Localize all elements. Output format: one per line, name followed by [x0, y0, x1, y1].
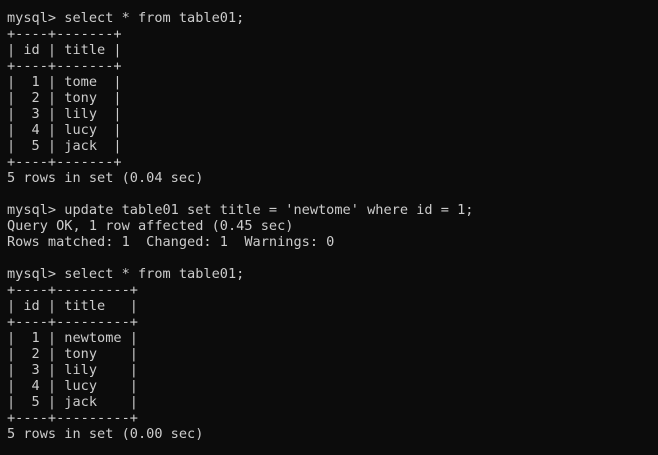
terminal-output: mysql> select * from table01; +----+-----… [7, 10, 474, 442]
terminal-line: +----+---------+ [7, 282, 138, 298]
terminal-line: | 3 | lily | [7, 106, 122, 122]
terminal-line: Query OK, 1 row affected (0.45 sec) [7, 218, 294, 234]
terminal-line: mysql> select * from table01; [7, 266, 245, 282]
terminal-line: +----+---------+ [7, 410, 138, 426]
terminal-line: Rows matched: 1 Changed: 1 Warnings: 0 [7, 234, 335, 250]
terminal-line: mysql> select * from table01; [7, 10, 245, 26]
terminal-line: mysql> update table01 set title = 'newto… [7, 202, 474, 218]
terminal-line: +----+---------+ [7, 314, 138, 330]
terminal-line: | 5 | jack | [7, 138, 122, 154]
terminal-line: | 3 | lily | [7, 362, 138, 378]
terminal-line: | 4 | lucy | [7, 122, 122, 138]
terminal-line: | 2 | tony | [7, 346, 138, 362]
terminal-line: 5 rows in set (0.00 sec) [7, 426, 204, 442]
terminal-line: | 4 | lucy | [7, 378, 138, 394]
terminal-line: | 1 | tome | [7, 74, 122, 90]
terminal-line: +----+-------+ [7, 26, 122, 42]
terminal-line: | id | title | [7, 298, 138, 314]
terminal-line: +----+-------+ [7, 58, 122, 74]
terminal-line: 5 rows in set (0.04 sec) [7, 170, 204, 186]
terminal-line: | 1 | newtome | [7, 330, 138, 346]
terminal-line: | 2 | tony | [7, 90, 122, 106]
terminal-window[interactable]: mysql> select * from table01; +----+-----… [0, 0, 658, 455]
terminal-line: +----+-------+ [7, 154, 122, 170]
terminal-line: | 5 | jack | [7, 394, 138, 410]
terminal-line: | id | title | [7, 42, 122, 58]
